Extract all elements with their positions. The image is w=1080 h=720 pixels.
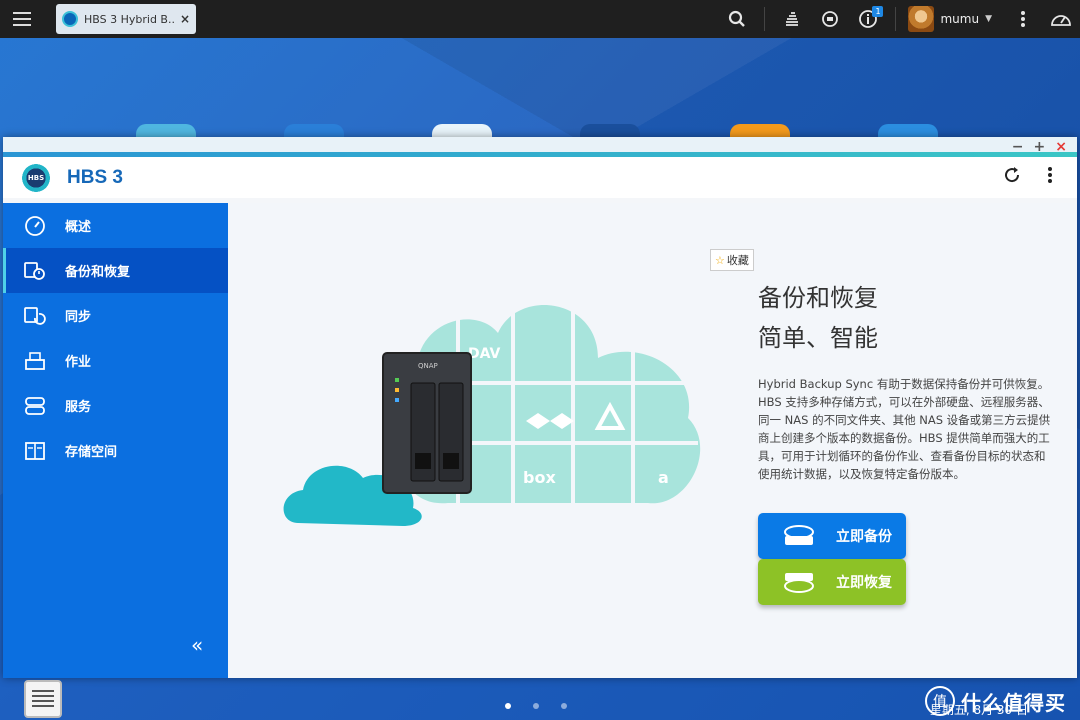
main-content: DAV box a QNAP ☆ 收藏 备份和恢复 简单、智能 Hybrid B… (228, 203, 1077, 678)
gauge-icon (1051, 15, 1071, 26)
page-dot[interactable] (561, 703, 567, 709)
jobs-icon (23, 350, 47, 372)
nas-device-icon: QNAP (382, 352, 472, 494)
hbs-logo-icon: HBS (21, 162, 51, 193)
page-dot[interactable] (533, 703, 539, 709)
sidebar-item-services[interactable]: 服务 (3, 383, 228, 428)
more-options-button[interactable] (1004, 0, 1042, 38)
notification-badge: 1 (872, 6, 884, 17)
sidebar: 概述 备份和恢复 同步 作业 服务 存储空间 « (3, 203, 228, 678)
avatar (908, 6, 935, 32)
sidebar-item-label: 作业 (65, 355, 92, 370)
external-device-button[interactable] (811, 0, 849, 38)
sidebar-item-sync[interactable]: 同步 (3, 293, 228, 338)
backup-now-label: 立即备份 (836, 529, 892, 545)
page-title: 备份和恢复 简单、智能 (758, 278, 878, 358)
sidebar-item-label: 存储空间 (65, 445, 118, 460)
hbs-window: − + × HBS HBS 3 概述 备份和恢复 同步 作业 服务 存储空间 «… (3, 137, 1077, 678)
notifications-button[interactable]: 1 (849, 0, 887, 38)
username-label: mumu (940, 12, 980, 26)
sidebar-item-storage[interactable]: 存储空间 (3, 428, 228, 473)
close-icon[interactable]: × (180, 12, 190, 26)
main-menu-button[interactable] (0, 0, 44, 38)
background-tasks-button[interactable] (773, 0, 811, 38)
favorite-button[interactable]: ☆ 收藏 (710, 249, 754, 271)
refresh-icon (1005, 167, 1020, 183)
taskbar-app-tab[interactable]: HBS 3 Hybrid B... × (56, 4, 196, 34)
box-tile-label: box (523, 468, 556, 487)
nas-brand-label: QNAP (418, 362, 438, 370)
sidebar-item-label: 概述 (65, 220, 92, 235)
description-text: Hybrid Backup Sync 有助于数据保持备份并可供恢复。HBS 支持… (758, 377, 1051, 481)
stack-icon (786, 12, 799, 26)
maximize-button[interactable]: + (1034, 139, 1046, 155)
cloud-nas-illustration: DAV box a QNAP (283, 305, 701, 526)
app-more-button[interactable] (1047, 166, 1053, 189)
restore-now-button[interactable]: 立即恢复 (758, 559, 906, 605)
sidebar-item-label: 服务 (65, 400, 92, 415)
app-header: HBS HBS 3 (3, 157, 1077, 198)
hamburger-icon (13, 18, 31, 20)
sidebar-item-label: 备份和恢复 (65, 265, 131, 280)
storage-icon (23, 440, 47, 462)
sidebar-item-backup-restore[interactable]: 备份和恢复 (3, 248, 228, 293)
refresh-button[interactable] (1003, 166, 1021, 189)
kebab-icon (1048, 167, 1052, 183)
sidebar-item-overview[interactable]: 概述 (3, 203, 228, 248)
headline-line-2: 简单、智能 (758, 324, 878, 352)
kebab-icon (1021, 11, 1025, 27)
sync-icon (23, 305, 47, 327)
app-title: HBS 3 (67, 166, 123, 188)
desktop-notes-icon[interactable] (24, 680, 62, 718)
minimize-button[interactable]: − (1012, 139, 1024, 155)
search-button[interactable] (718, 0, 756, 38)
amazon-tile-label: a (658, 468, 669, 487)
hbs-app-icon (62, 11, 78, 27)
favorite-label: 收藏 (726, 254, 749, 267)
dashboard-icon (23, 215, 47, 237)
dashboard-button[interactable] (1042, 0, 1080, 38)
backup-now-button[interactable]: 立即备份 (758, 513, 906, 559)
divider (764, 7, 766, 31)
backup-drive-icon (784, 525, 814, 545)
webdav-tile-label: DAV (468, 346, 501, 362)
services-icon (23, 395, 47, 417)
sidebar-item-label: 同步 (65, 310, 92, 325)
date-label: 星期五, 8月 30 日 (929, 703, 1028, 717)
system-taskbar: HBS 3 Hybrid B... × 1 mumu ▼ (0, 0, 1080, 38)
sync-device-icon (822, 11, 839, 27)
headline-line-1: 备份和恢复 (758, 284, 878, 312)
logo-text: HBS (27, 173, 45, 182)
divider (895, 7, 897, 31)
search-icon (729, 10, 746, 27)
star-icon: ☆ (715, 253, 725, 267)
window-titlebar[interactable]: − + × (3, 137, 1077, 157)
close-button[interactable]: × (1055, 139, 1067, 155)
desktop-page-indicator (505, 703, 567, 709)
collapse-sidebar-button[interactable]: « (191, 633, 203, 657)
page-dot[interactable] (505, 703, 511, 709)
taskbar-tab-title: HBS 3 Hybrid B... (84, 12, 174, 26)
user-menu[interactable]: mumu ▼ (904, 6, 1004, 32)
restore-drive-icon (784, 573, 814, 593)
chevron-down-icon: ▼ (985, 14, 992, 24)
backup-restore-icon (23, 260, 47, 282)
restore-now-label: 立即恢复 (836, 575, 892, 591)
sidebar-item-jobs[interactable]: 作业 (3, 338, 228, 383)
